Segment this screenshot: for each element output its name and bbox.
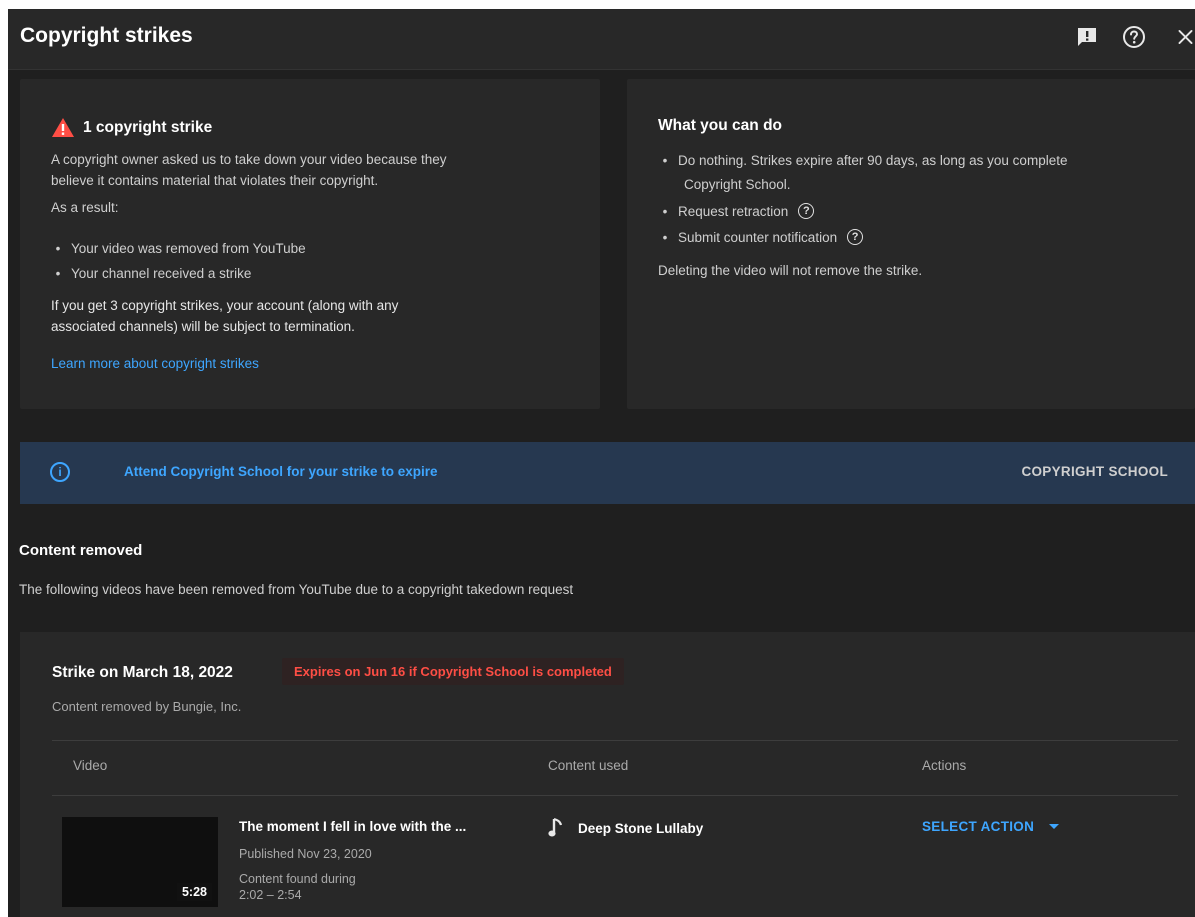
page-title: Copyright strikes [20, 24, 193, 47]
feedback-icon[interactable] [1073, 23, 1101, 51]
help-icon[interactable]: ? [847, 229, 864, 245]
video-published-date: Published Nov 23, 2020 [239, 847, 372, 861]
help-icon[interactable]: ? [798, 203, 815, 219]
result-item: • Your channel received a strike [55, 266, 252, 281]
request-retraction-link[interactable]: Request retraction [678, 204, 788, 219]
option-continuation: Copyright School. [684, 177, 791, 192]
delete-note: Deleting the video will not remove the s… [658, 263, 923, 278]
copyright-school-button[interactable]: COPYRIGHT SCHOOL [1021, 464, 1168, 479]
content-removed-title: Content removed [19, 542, 143, 559]
copyright-school-banner: i Attend Copyright School for your strik… [20, 442, 1195, 504]
table-divider [52, 740, 1178, 741]
what-you-can-do-card: What you can do • Do nothing. Strikes exp… [627, 79, 1195, 409]
description-line: A copyright owner asked us to take down … [51, 152, 447, 167]
option-item: • Submit counter notification ? [658, 229, 864, 245]
content-time-range: 2:02 – 2:54 [239, 888, 302, 902]
music-note-icon [548, 817, 563, 837]
content-removed-description: The following videos have been removed f… [19, 582, 574, 597]
strike-count-text: 1 copyright strike [83, 118, 213, 136]
option-text: Do nothing. Strikes expire after 90 days… [678, 153, 1068, 168]
column-header-content-used: Content used [548, 758, 629, 773]
warning-line: associated channels) will be subject to … [51, 319, 355, 334]
content-found-label: Content found during [239, 872, 356, 886]
strike-date: Strike on March 18, 2022 [52, 664, 233, 681]
caret-down-icon [1049, 823, 1060, 829]
expiry-badge: Expires on Jun 16 if Copyright School is… [282, 658, 624, 685]
close-icon[interactable] [1176, 23, 1195, 51]
strike-detail-card: Strike on March 18, 2022 Expires on Jun … [20, 632, 1195, 917]
info-icon: i [50, 462, 70, 482]
content-used-title: Deep Stone Lullaby [578, 820, 704, 836]
removed-by-text: Content removed by Bungie, Inc. [52, 699, 242, 714]
select-action-label: SELECT ACTION [922, 819, 1035, 834]
column-header-video: Video [73, 758, 108, 773]
warning-triangle-icon [52, 118, 74, 137]
header: Copyright strikes [8, 9, 1195, 70]
strike-count-heading: 1 copyright strike [51, 117, 212, 138]
what-you-can-do-heading: What you can do [658, 117, 782, 134]
counter-notification-link[interactable]: Submit counter notification [678, 230, 837, 245]
video-title[interactable]: The moment I fell in love with the ... [239, 819, 466, 834]
warning-line: If you get 3 copyright strikes, your acc… [51, 298, 399, 313]
strike-info-card: 1 copyright strike A copyright owner ask… [20, 79, 600, 409]
termination-warning: If you get 3 copyright strikes, your acc… [51, 295, 398, 337]
result-item-text: Your video was removed from YouTube [71, 241, 306, 256]
column-header-actions: Actions [922, 758, 967, 773]
select-action-dropdown[interactable]: SELECT ACTION [922, 819, 1060, 834]
result-item: • Your video was removed from YouTube [55, 241, 306, 256]
learn-more-link[interactable]: Learn more about copyright strikes [51, 353, 259, 374]
help-icon[interactable] [1120, 23, 1148, 51]
option-item: • Do nothing. Strikes expire after 90 day… [662, 153, 1068, 168]
copyright-strikes-panel: Copyright strikes 1 copyright strike A c… [8, 9, 1195, 917]
table-divider [52, 795, 1178, 796]
strike-description: A copyright owner asked us to take down … [51, 149, 447, 191]
result-label: As a result: [51, 200, 119, 215]
video-duration: 5:28 [176, 883, 212, 901]
video-thumbnail[interactable]: 5:28 [62, 817, 218, 907]
result-item-text: Your channel received a strike [71, 266, 252, 281]
description-line: believe it contains material that violat… [51, 173, 379, 188]
banner-text: Attend Copyright School for your strike … [124, 464, 438, 479]
content-used-item: Deep Stone Lullaby [548, 817, 703, 839]
option-item: • Request retraction ? [658, 203, 815, 219]
